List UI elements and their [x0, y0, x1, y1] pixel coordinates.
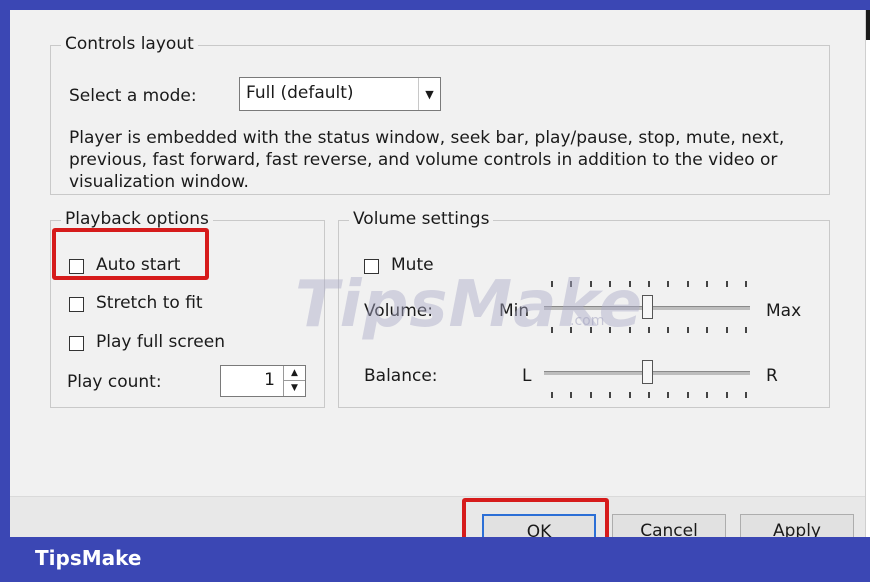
balance-slider-thumb[interactable]	[641, 360, 653, 384]
play-count-value: 1	[264, 370, 275, 390]
balance-left-label: L	[522, 366, 532, 386]
play-full-screen-label[interactable]: Play full screen	[96, 332, 225, 352]
site-banner: TipsMake	[0, 537, 870, 582]
dialog-footer	[10, 496, 865, 541]
stretch-to-fit-label[interactable]: Stretch to fit	[96, 293, 203, 313]
playback-options-legend: Playback options	[61, 209, 213, 229]
watermark-sub: .com	[570, 313, 605, 329]
play-count-stepper[interactable]: 1 ▲ ▼	[220, 365, 306, 397]
volume-max-label: Max	[766, 301, 802, 321]
volume-settings-legend: Volume settings	[349, 209, 494, 229]
window-frame-top	[0, 0, 870, 10]
mode-label: Select a mode:	[69, 86, 197, 106]
balance-ticks-bottom	[551, 392, 747, 400]
mode-description: Player is embedded with the status windo…	[69, 128, 785, 192]
volume-slider-thumb[interactable]	[641, 295, 653, 319]
auto-start-highlight	[52, 228, 209, 280]
stepper-down-icon[interactable]: ▼	[284, 381, 305, 396]
balance-label: Balance:	[364, 366, 438, 386]
banner-brand: TipsMake	[35, 546, 142, 570]
stepper-up-icon[interactable]: ▲	[284, 366, 305, 381]
mode-select-value: Full (default)	[246, 83, 354, 103]
play-full-screen-checkbox[interactable]	[69, 336, 84, 351]
play-count-label: Play count:	[67, 372, 162, 392]
mode-select[interactable]: Full (default) ▼	[239, 77, 441, 111]
window-frame-left	[0, 0, 10, 540]
chevron-down-icon[interactable]: ▼	[418, 78, 440, 110]
balance-right-label: R	[766, 366, 778, 386]
watermark-text: TipsMake	[295, 268, 644, 342]
stretch-to-fit-checkbox[interactable]	[69, 297, 84, 312]
controls-layout-group: Controls layout Select a mode: Full (def…	[50, 34, 830, 195]
controls-layout-legend: Controls layout	[61, 34, 198, 54]
